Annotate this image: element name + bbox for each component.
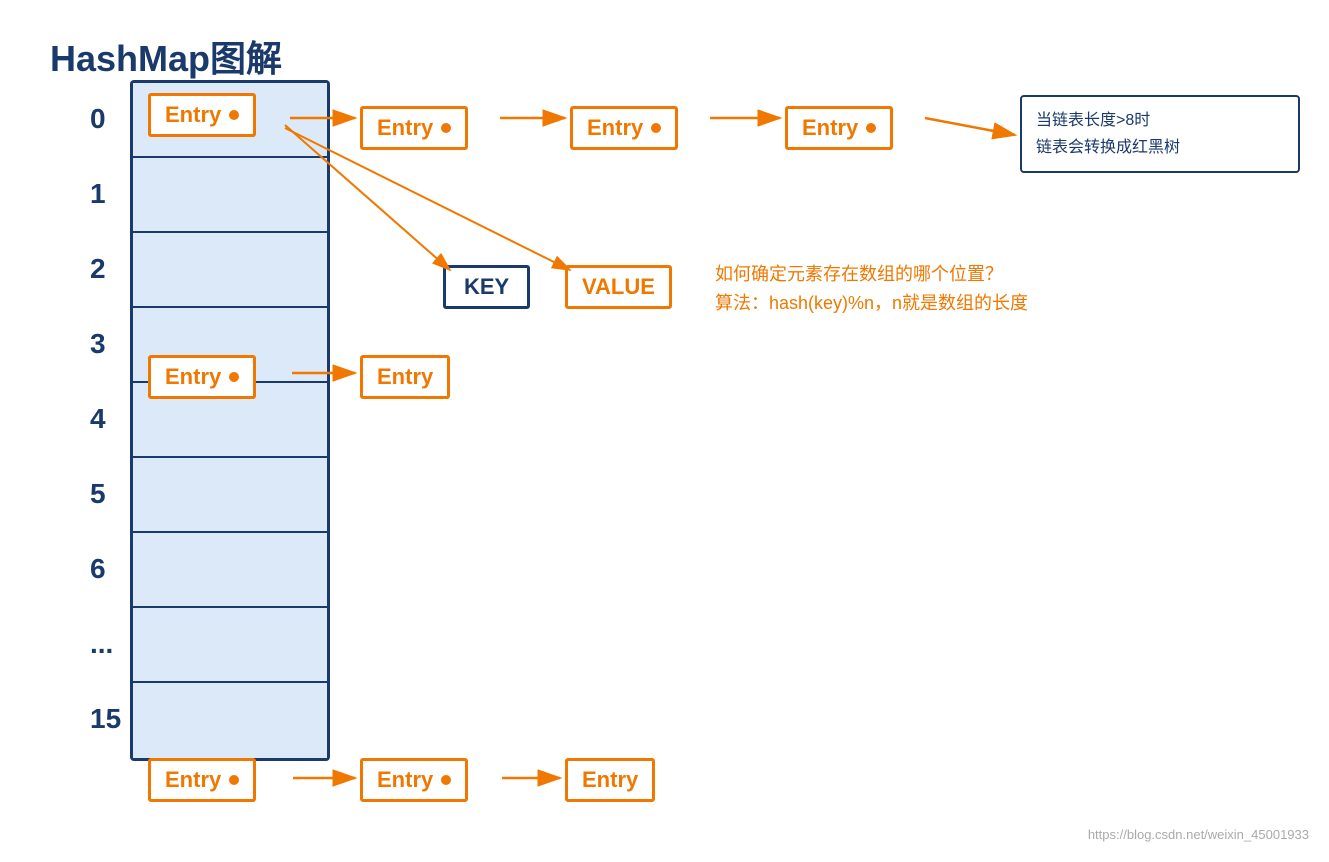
orange-line1: 如何确定元素存在数组的哪个位置？ <box>715 260 1028 289</box>
entry-row3-1: Entry <box>360 355 450 399</box>
array-container <box>130 80 330 761</box>
index-5: 5 <box>90 478 106 510</box>
entry-dot <box>866 123 876 133</box>
page-title: HashMap图解 <box>50 30 282 82</box>
annotation-line2: 链表会转换成红黑树 <box>1036 134 1284 161</box>
index-15: 15 <box>90 703 121 735</box>
index-6: 6 <box>90 553 106 585</box>
annotation-line1: 当链表长度>8时 <box>1036 107 1284 134</box>
entry-row0-0: Entry <box>148 93 256 137</box>
entry-row15-0: Entry <box>148 758 256 802</box>
orange-annotation: 如何确定元素存在数组的哪个位置？ 算法：hash(key)%n，n就是数组的长度 <box>715 260 1028 318</box>
entry-dot <box>651 123 661 133</box>
entry-row3-0: Entry <box>148 355 256 399</box>
index-3: 3 <box>90 328 106 360</box>
index-0: 0 <box>90 103 106 135</box>
entry-dot <box>229 775 239 785</box>
value-box: VALUE <box>565 265 672 309</box>
index-4: 4 <box>90 403 106 435</box>
entry-dot <box>441 775 451 785</box>
array-cell-dots <box>133 608 327 683</box>
index-1: 1 <box>90 178 106 210</box>
entry-row15-1: Entry <box>360 758 468 802</box>
array-cell-5 <box>133 458 327 533</box>
entry-dot <box>229 372 239 382</box>
array-cell-6 <box>133 533 327 608</box>
array-cell-1 <box>133 158 327 233</box>
watermark: https://blog.csdn.net/weixin_45001933 <box>1088 827 1309 842</box>
entry-row15-2: Entry <box>565 758 655 802</box>
entry-dot <box>229 110 239 120</box>
annotation-box: 当链表长度>8时 链表会转换成红黑树 <box>1020 95 1300 173</box>
entry-row0-2: Entry <box>570 106 678 150</box>
orange-line2: 算法：hash(key)%n，n就是数组的长度 <box>715 289 1028 318</box>
index-dots: ... <box>90 628 113 660</box>
key-box: KEY <box>443 265 530 309</box>
entry-dot <box>441 123 451 133</box>
array-cell-2 <box>133 233 327 308</box>
entry-row0-1: Entry <box>360 106 468 150</box>
array-cell-15 <box>133 683 327 758</box>
index-2: 2 <box>90 253 106 285</box>
entry-row0-3: Entry <box>785 106 893 150</box>
